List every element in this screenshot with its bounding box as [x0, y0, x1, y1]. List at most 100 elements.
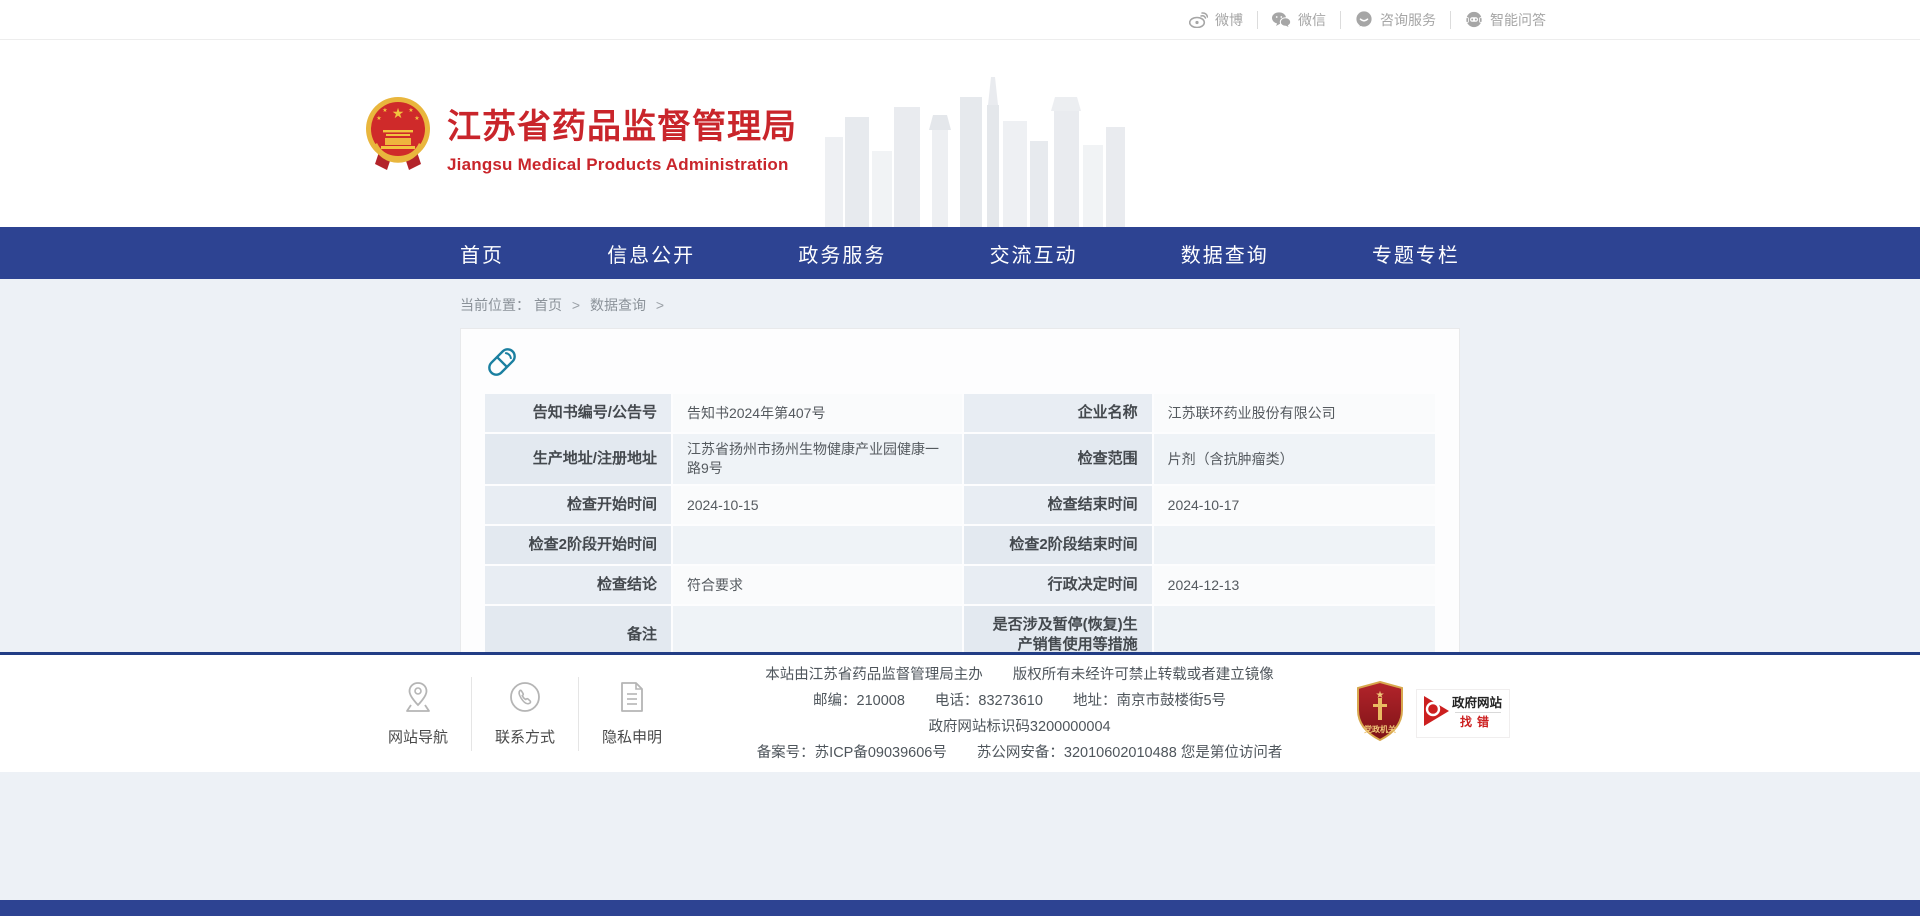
- address-label: 生产地址/注册地址: [485, 434, 671, 484]
- site-header: ★ ★ ★ ★ ★ 江苏省药: [0, 40, 1920, 227]
- record-table: 告知书编号/公告号 告知书2024年第407号 企业名称 江苏联环药业股份有限公…: [483, 392, 1437, 652]
- table-row: 检查开始时间 2024-10-15 检查结束时间 2024-10-17: [485, 486, 1435, 524]
- end-date-label: 检查结束时间: [964, 486, 1152, 524]
- svg-text:★: ★: [382, 107, 387, 114]
- address-value: 江苏省扬州市扬州生物健康产业园健康一路9号: [673, 434, 962, 484]
- gov-site-badge-title: 政府网站: [1452, 695, 1503, 710]
- conclusion-label: 检查结论: [485, 566, 671, 604]
- inspection-scope-value: 片剂（含抗肿瘤类）: [1154, 434, 1435, 484]
- phase2-start-label: 检查2阶段开始时间: [485, 526, 671, 564]
- phone-icon: [509, 681, 541, 717]
- footer-link-privacy-label: 隐私申明: [602, 726, 662, 747]
- gov-site-find-error-badge[interactable]: 政府网站 找错: [1416, 689, 1510, 738]
- party-gov-badge-label: 党政机关: [1364, 724, 1396, 734]
- footer-police-number: 苏公网安备：32010602010488 您是第位访问者: [977, 740, 1282, 766]
- footer-links: 网站导航 联系方式 隐私申明: [365, 677, 685, 751]
- site-subtitle: Jiangsu Medical Products Administration: [447, 155, 797, 175]
- privacy-icon: [618, 681, 646, 717]
- footer-link-sitemap-label: 网站导航: [388, 726, 448, 747]
- qa-icon: [1465, 11, 1483, 28]
- phase2-start-value: [673, 526, 962, 564]
- notice-number-label: 告知书编号/公告号: [485, 394, 671, 432]
- nav-info-disclosure[interactable]: 信息公开: [607, 239, 695, 268]
- company-name-label: 企业名称: [964, 394, 1152, 432]
- remarks-label: 备注: [485, 606, 671, 652]
- remarks-value: [673, 606, 962, 652]
- breadcrumb-data-query-link[interactable]: 数据查询: [590, 297, 646, 313]
- table-row: 告知书编号/公告号 告知书2024年第407号 企业名称 江苏联环药业股份有限公…: [485, 394, 1435, 432]
- national-emblem-icon: ★ ★ ★ ★ ★: [365, 96, 431, 177]
- nav-special-topics[interactable]: 专题专栏: [1372, 239, 1460, 268]
- company-name-value: 江苏联环药业股份有限公司: [1154, 394, 1435, 432]
- footer-badges: ★ 党政机关 政府网站 找错: [1354, 680, 1510, 747]
- inspection-scope-label: 检查范围: [964, 434, 1152, 484]
- decision-date-value: 2024-12-13: [1154, 566, 1435, 604]
- site-title: 江苏省药品监督管理局: [447, 99, 797, 148]
- page: 微博 微信 咨询服务 智能问答: [0, 0, 1920, 916]
- location-icon: [403, 681, 433, 717]
- footer-phone: 电话：83273610: [935, 688, 1043, 714]
- table-row: 检查结论 符合要求 行政决定时间 2024-12-13: [485, 566, 1435, 604]
- footer: 网站导航 联系方式 隐私申明 本站由江苏省药品监督管理局主办: [0, 652, 1920, 772]
- party-gov-badge[interactable]: ★ 党政机关: [1354, 680, 1406, 747]
- pill-icon: [485, 345, 1437, 384]
- nav-gov-services[interactable]: 政务服务: [798, 239, 886, 268]
- site-logo[interactable]: ★ ★ ★ ★ ★ 江苏省药: [365, 96, 797, 177]
- breadcrumb-prefix: 当前位置：: [460, 297, 530, 313]
- footer-host-text: 本站由江苏省药品监督管理局主办: [765, 662, 983, 688]
- svg-text:★: ★: [392, 105, 405, 121]
- content-area: 当前位置：首页 > 数据查询 > 告知书编号/公告号 告知书2024年第407号: [0, 279, 1920, 652]
- smart-qa-link[interactable]: 智能问答: [1450, 11, 1560, 29]
- breadcrumb-home-link[interactable]: 首页: [534, 297, 562, 313]
- svg-text:★: ★: [376, 115, 381, 122]
- weibo-link[interactable]: 微博: [1175, 11, 1257, 29]
- main-nav: 首页 信息公开 政务服务 交流互动 数据查询 专题专栏: [0, 227, 1920, 279]
- nav-home[interactable]: 首页: [460, 239, 504, 268]
- nav-interaction[interactable]: 交流互动: [990, 239, 1078, 268]
- topbar: 微博 微信 咨询服务 智能问答: [0, 0, 1920, 40]
- table-row: 检查2阶段开始时间 检查2阶段结束时间: [485, 526, 1435, 564]
- breadcrumb-separator-2: >: [656, 297, 664, 313]
- footer-info: 本站由江苏省药品监督管理局主办 版权所有未经许可禁止转载或者建立镜像 邮编：21…: [685, 662, 1354, 766]
- svg-text:★: ★: [414, 115, 419, 122]
- cityscape-watermark: [825, 75, 1125, 227]
- consult-icon: [1355, 11, 1373, 28]
- gov-site-badge-finderror: 找错: [1460, 714, 1494, 729]
- conclusion-value: 符合要求: [673, 566, 962, 604]
- wechat-icon: [1272, 12, 1291, 28]
- footer-address: 地址：南京市鼓楼街5号: [1073, 688, 1226, 714]
- wechat-label: 微信: [1298, 10, 1326, 30]
- breadcrumb: 当前位置：首页 > 数据查询 >: [460, 279, 1460, 328]
- nav-data-query[interactable]: 数据查询: [1181, 239, 1269, 268]
- notice-number-value: 告知书2024年第407号: [673, 394, 962, 432]
- phase2-end-value: [1154, 526, 1435, 564]
- footer-link-sitemap[interactable]: 网站导航: [365, 677, 471, 751]
- footer-postcode: 邮编：210008: [813, 688, 905, 714]
- qa-label: 智能问答: [1490, 10, 1546, 30]
- phase2-end-label: 检查2阶段结束时间: [964, 526, 1152, 564]
- breadcrumb-separator: >: [572, 297, 580, 313]
- suspension-measures-value: [1154, 606, 1435, 652]
- footer-link-privacy[interactable]: 隐私申明: [578, 677, 685, 751]
- weibo-icon: [1189, 12, 1208, 28]
- table-row: 备注 是否涉及暂停(恢复)生产销售使用等措施: [485, 606, 1435, 652]
- svg-text:★: ★: [408, 107, 413, 114]
- start-date-value: 2024-10-15: [673, 486, 962, 524]
- wechat-link[interactable]: 微信: [1257, 11, 1340, 29]
- footer-icp-number: 备案号：苏ICP备09039606号: [757, 740, 947, 766]
- footer-link-contact[interactable]: 联系方式: [471, 677, 578, 751]
- record-card: 告知书编号/公告号 告知书2024年第407号 企业名称 江苏联环药业股份有限公…: [460, 328, 1460, 652]
- footer-site-id: 政府网站标识码3200000004: [928, 714, 1110, 740]
- table-row: 生产地址/注册地址 江苏省扬州市扬州生物健康产业园健康一路9号 检查范围 片剂（…: [485, 434, 1435, 484]
- consult-service-link[interactable]: 咨询服务: [1340, 11, 1450, 29]
- footer-link-contact-label: 联系方式: [495, 726, 555, 747]
- subfooter-spacer: [0, 772, 1920, 900]
- decision-date-label: 行政决定时间: [964, 566, 1152, 604]
- weibo-label: 微博: [1215, 10, 1243, 30]
- bottom-bar: [0, 900, 1920, 916]
- end-date-value: 2024-10-17: [1154, 486, 1435, 524]
- consult-label: 咨询服务: [1380, 10, 1436, 30]
- suspension-measures-label: 是否涉及暂停(恢复)生产销售使用等措施: [964, 606, 1152, 652]
- start-date-label: 检查开始时间: [485, 486, 671, 524]
- footer-copyright-text: 版权所有未经许可禁止转载或者建立镜像: [1013, 662, 1274, 688]
